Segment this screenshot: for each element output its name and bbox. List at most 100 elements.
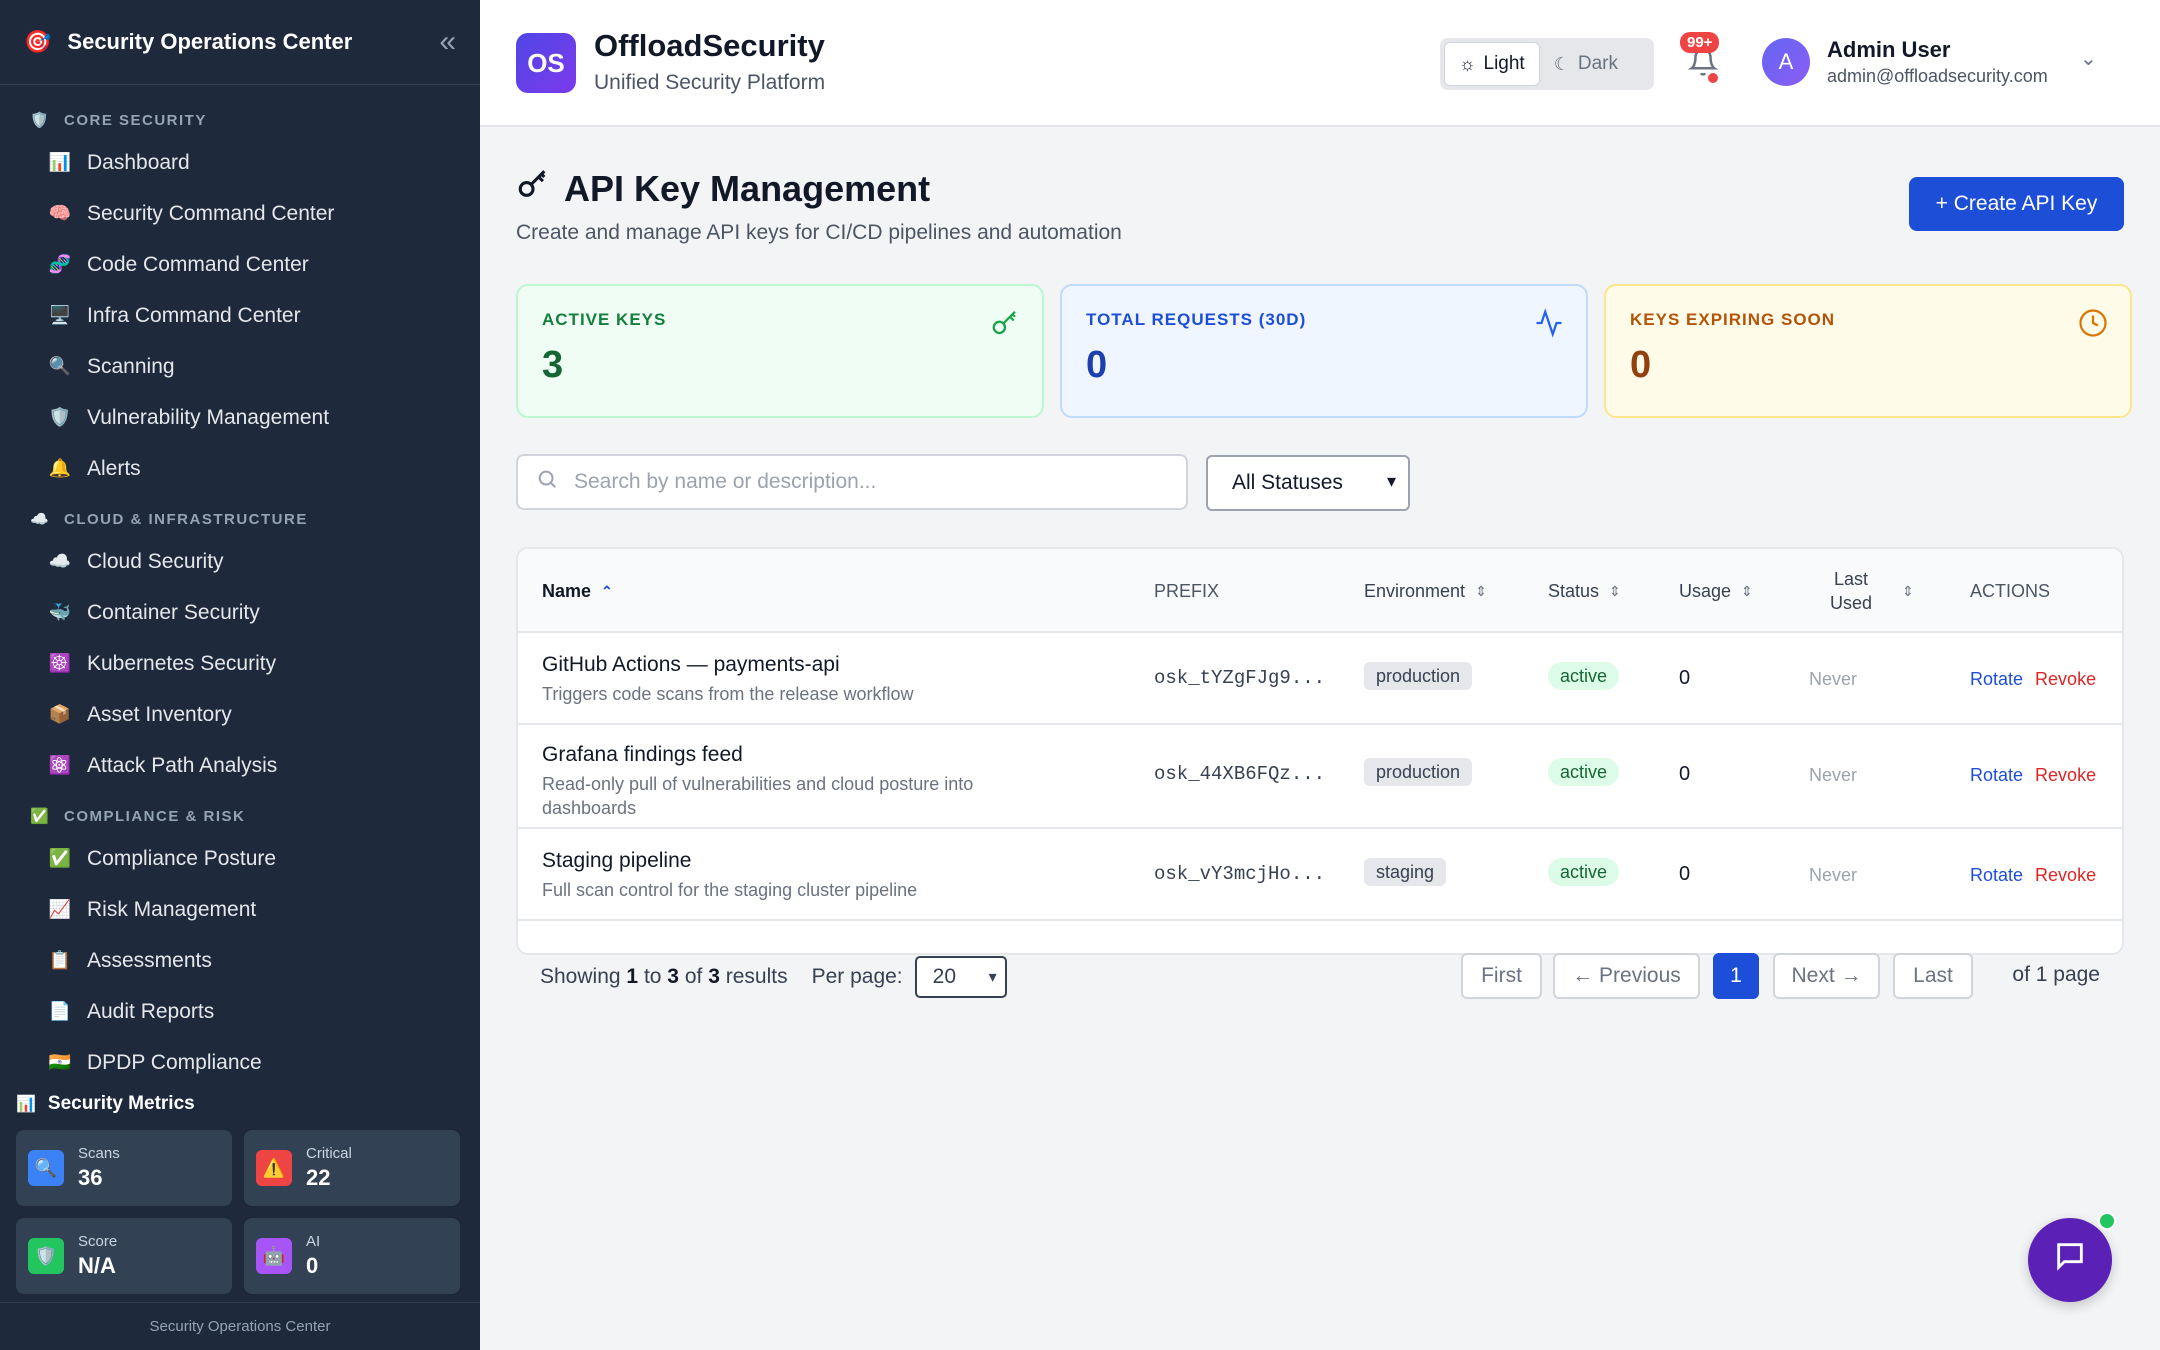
environment-badge: staging: [1364, 858, 1447, 886]
column-name[interactable]: Name ⌃: [542, 549, 613, 633]
sidebar-item-audit-reports[interactable]: 📄 Audit Reports: [0, 986, 480, 1037]
collapse-sidebar-icon[interactable]: «: [439, 25, 456, 59]
page-title: API Key Management: [516, 167, 930, 210]
chart-icon: 📊: [48, 152, 72, 172]
sidebar-item-scanning[interactable]: 🔍 Scanning: [0, 341, 480, 392]
rotate-button[interactable]: Rotate: [1970, 865, 2023, 885]
stat-total-requests: TOTAL REQUESTS (30D) 0: [1060, 284, 1588, 418]
sidebar-item-container-security[interactable]: 🐳 Container Security: [0, 587, 480, 638]
whale-icon: 🐳: [48, 602, 72, 622]
sidebar-item-label: Attack Path Analysis: [87, 753, 278, 777]
chevron-down-icon[interactable]: ⌄: [2080, 46, 2097, 71]
table-row: Grafana findings feed Read-only pull of v…: [518, 725, 2122, 829]
metric-value: 0: [306, 1253, 319, 1278]
next-page-button[interactable]: Next →: [1773, 953, 1880, 999]
section-compliance-risk: ✅ COMPLIANCE & RISK: [0, 799, 480, 833]
column-status[interactable]: Status ⇕: [1548, 549, 1621, 633]
sidebar-item-vulnerability-management[interactable]: 🛡️ Vulnerability Management: [0, 392, 480, 443]
sidebar-item-assessments[interactable]: 📋 Assessments: [0, 935, 480, 986]
sidebar-item-security-command-center[interactable]: 🧠 Security Command Center: [0, 188, 480, 239]
sidebar-item-label: Alerts: [87, 456, 141, 480]
brand-logo: OS: [516, 33, 576, 93]
shield-icon: 🛡️: [28, 1238, 64, 1274]
sidebar-item-attack-path-analysis[interactable]: ⚛️ Attack Path Analysis: [0, 740, 480, 791]
sidebar-item-label: Compliance Posture: [87, 846, 277, 870]
sidebar-item-asset-inventory[interactable]: 📦 Asset Inventory: [0, 689, 480, 740]
status-filter-select[interactable]: All Statuses ▾: [1206, 455, 1410, 511]
theme-dark-button[interactable]: ☾ Dark: [1540, 42, 1632, 86]
column-label: Status: [1548, 580, 1600, 601]
revoke-button[interactable]: Revoke: [2035, 765, 2096, 785]
usage-value: 0: [1679, 667, 1691, 689]
sort-icon: ⇕: [1902, 583, 1914, 599]
sidebar-item-infra-command-center[interactable]: 🖥️ Infra Command Center: [0, 290, 480, 341]
page-1-button[interactable]: 1: [1713, 953, 1759, 999]
stat-value: 0: [1630, 344, 1652, 386]
key-name-cell: Staging pipeline Full scan control for th…: [542, 849, 917, 902]
key-description: Triggers code scans from the release wor…: [542, 684, 914, 704]
last-used-value: Never: [1809, 865, 1858, 885]
clipboard-icon: 📋: [48, 950, 72, 970]
brain-icon: 🧠: [48, 203, 72, 223]
sidebar-item-label: Infra Command Center: [87, 303, 301, 327]
metric-scans: 🔍 Scans 36: [16, 1130, 232, 1206]
search-input[interactable]: [574, 470, 1174, 494]
sidebar-item-label: Container Security: [87, 600, 260, 624]
theme-dark-label: Dark: [1577, 53, 1618, 74]
metrics-title: 📊 Security Metrics: [16, 1090, 464, 1118]
usage-value: 0: [1679, 763, 1691, 785]
rotate-button[interactable]: Rotate: [1970, 765, 2023, 785]
key-prefix: osk_tYZgFJg9...: [1154, 667, 1326, 689]
status-label: active: [1548, 662, 1620, 690]
environment-label: staging: [1364, 858, 1447, 886]
revoke-button[interactable]: Revoke: [2035, 669, 2096, 689]
column-label: Last Used: [1830, 567, 1872, 615]
revoke-button[interactable]: Revoke: [2035, 865, 2096, 885]
sun-icon: ☼: [1459, 53, 1476, 74]
metric-label: Scans: [78, 1145, 120, 1162]
previous-page-button[interactable]: ← Previous: [1553, 953, 1700, 999]
user-name[interactable]: Admin User: [1827, 37, 1950, 63]
magnifier-icon: 🔍: [28, 1150, 64, 1186]
summary-results-word: results: [725, 965, 788, 988]
stat-label: KEYS EXPIRING SOON: [1630, 310, 1836, 329]
sidebar-item-kubernetes-security[interactable]: ☸️ Kubernetes Security: [0, 638, 480, 689]
sidebar-item-dpdp-compliance[interactable]: 🇮🇳 DPDP Compliance: [0, 1037, 480, 1075]
rotate-button[interactable]: Rotate: [1970, 669, 2023, 689]
sidebar-item-label: Assessments: [87, 948, 212, 972]
sidebar-item-dashboard[interactable]: 📊 Dashboard: [0, 137, 480, 188]
sidebar-title: Security Operations Center: [67, 29, 353, 54]
atom-icon: ⚛️: [48, 755, 72, 775]
last-used-value: Never: [1809, 765, 1858, 785]
environment-label: production: [1364, 758, 1473, 786]
last-page-button[interactable]: Last: [1893, 953, 1973, 999]
key-description: Full scan control for the staging cluste…: [542, 880, 918, 900]
clock-icon: [2078, 308, 2108, 346]
section-label: CORE SECURITY: [64, 111, 207, 129]
metric-label: Score: [78, 1233, 118, 1250]
first-page-button[interactable]: First: [1461, 953, 1542, 999]
sidebar-item-label: Asset Inventory: [87, 702, 232, 726]
total-pages: of 1 page: [2012, 963, 2100, 986]
sidebar-item-risk-management[interactable]: 📈 Risk Management: [0, 884, 480, 935]
sidebar-item-code-command-center[interactable]: 🧬 Code Command Center: [0, 239, 480, 290]
column-environment[interactable]: Environment ⇕: [1364, 549, 1487, 633]
chat-icon: [2053, 1239, 2087, 1281]
sidebar-item-compliance-posture[interactable]: ✅ Compliance Posture: [0, 833, 480, 884]
online-status-dot: [2098, 1212, 2116, 1230]
chevron-down-icon: ▾: [988, 969, 997, 986]
column-last-used[interactable]: Last Used ⇕: [1830, 549, 1914, 633]
sidebar-item-cloud-security[interactable]: ☁️ Cloud Security: [0, 536, 480, 587]
avatar[interactable]: A: [1762, 38, 1810, 86]
results-total: 3: [708, 965, 720, 988]
page-title-text: API Key Management: [564, 167, 931, 209]
checkmark-icon: ✅: [48, 848, 72, 868]
theme-light-button[interactable]: ☼ Light: [1444, 42, 1540, 86]
per-page-select[interactable]: 20 ▾: [914, 956, 1007, 998]
india-flag-icon: 🇮🇳: [48, 1052, 72, 1072]
status-badge: active: [1548, 858, 1620, 886]
column-usage[interactable]: Usage ⇕: [1679, 549, 1753, 633]
chat-button[interactable]: [2028, 1218, 2112, 1302]
create-api-key-button[interactable]: + Create API Key: [1909, 177, 2124, 231]
sidebar-item-alerts[interactable]: 🔔 Alerts: [0, 443, 480, 494]
